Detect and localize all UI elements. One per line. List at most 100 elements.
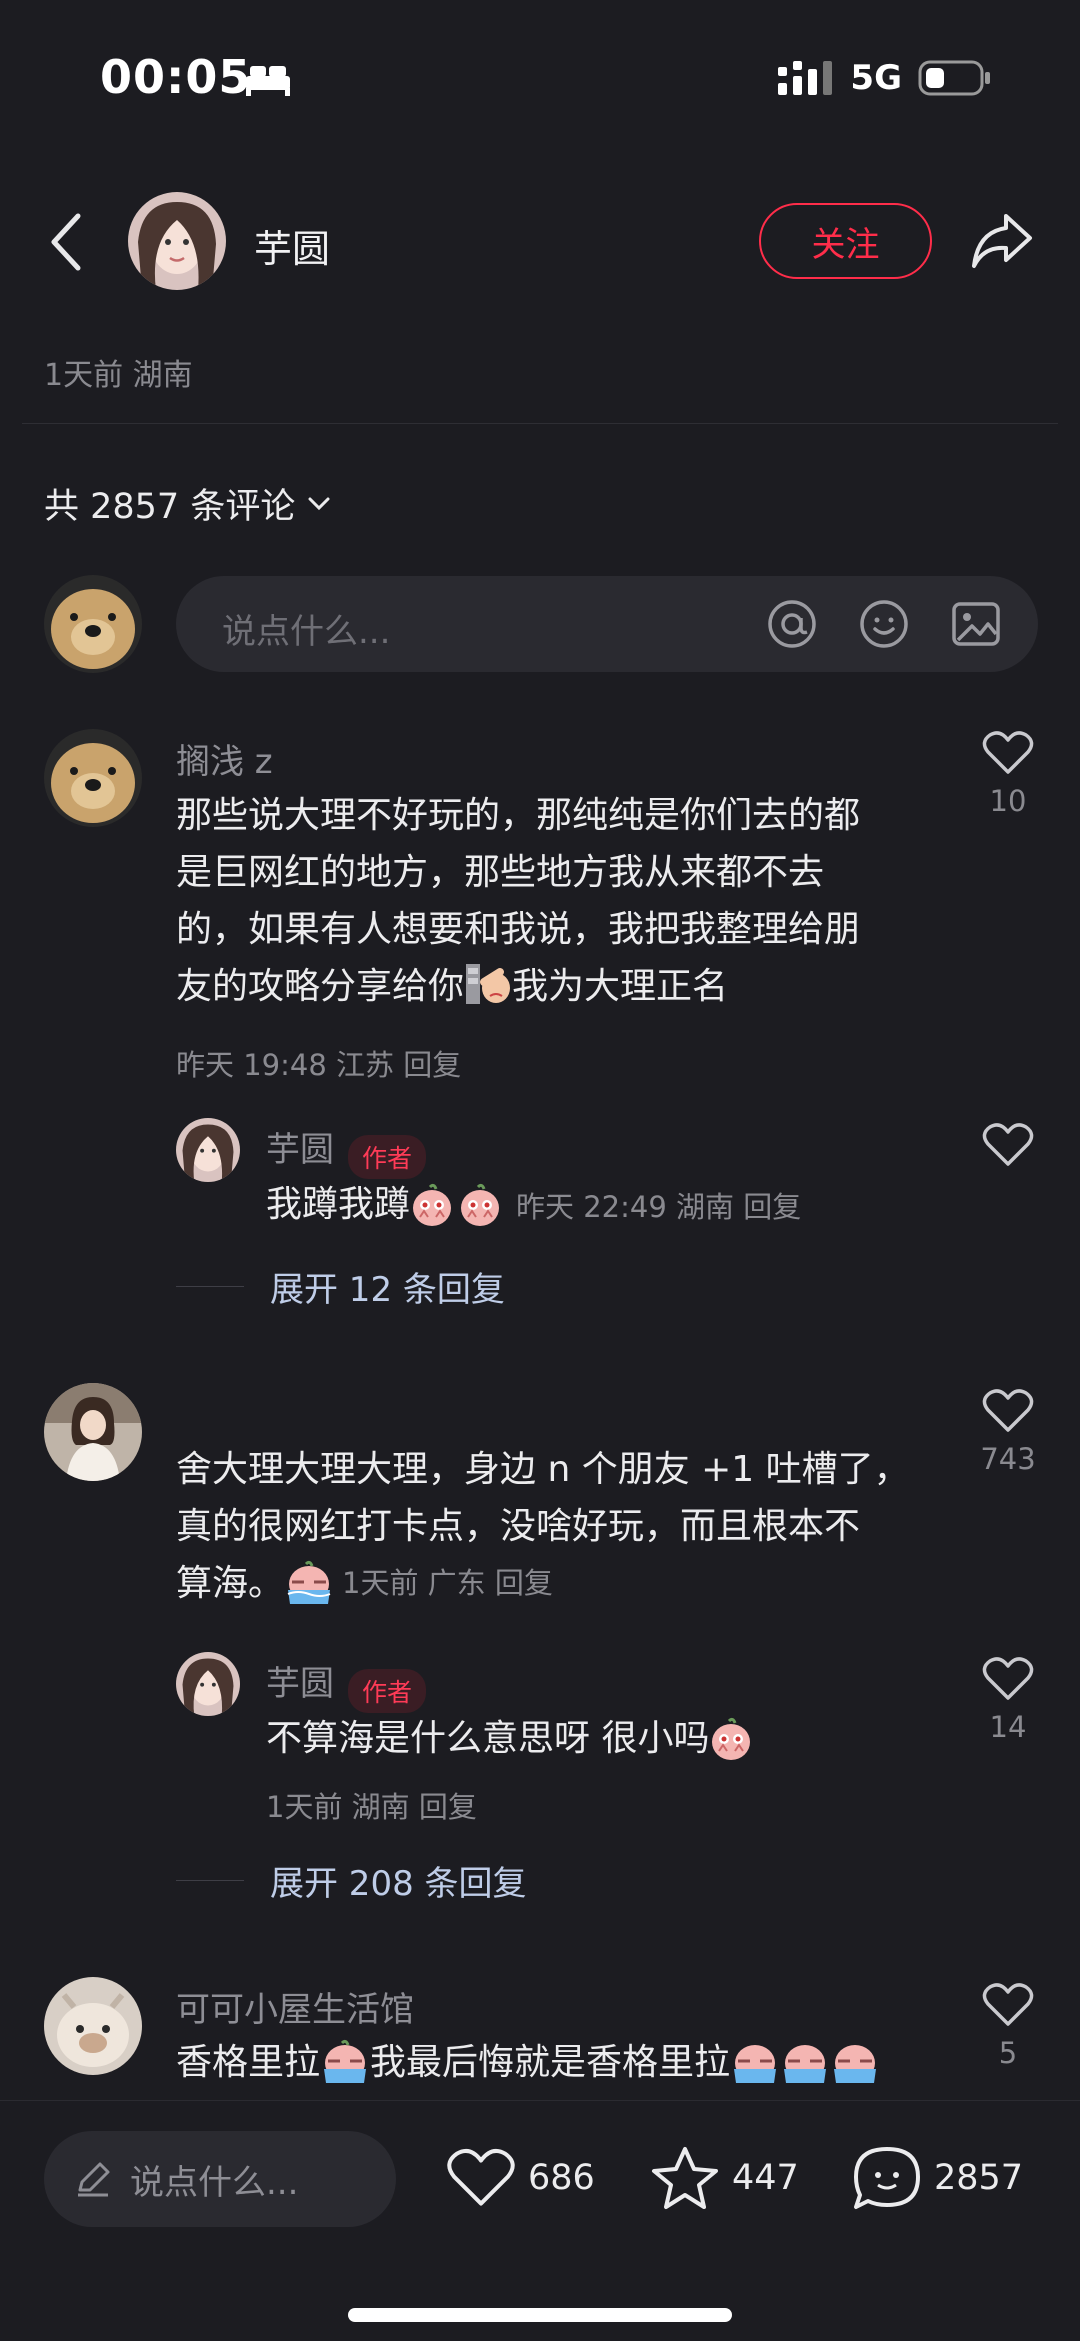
- expand-label: 展开 12 条回复: [270, 1270, 505, 1310]
- heart-icon: [982, 1657, 1034, 1700]
- comment-meta[interactable]: 1天前 广东 回复: [342, 1555, 553, 1612]
- like-count: 14: [989, 1710, 1027, 1744]
- comments-count-label: 共 2857 条评论: [44, 487, 296, 527]
- author-badge: 作者: [348, 1668, 427, 1713]
- my-avatar: [44, 575, 142, 673]
- comment-text: 那些说大理不好玩的，那纯纯是你们去的都 是巨网红的地方，那些地方我从来都不去 的…: [176, 787, 936, 1015]
- reply-meta[interactable]: 1天前 湖南 回复: [266, 1784, 477, 1826]
- input-icons: [766, 598, 1002, 650]
- reply-user[interactable]: 芋圆: [266, 1664, 334, 1704]
- like-count: 743: [980, 1442, 1036, 1476]
- favorite-button[interactable]: 447: [650, 2145, 799, 2211]
- reply-like[interactable]: 14: [968, 1656, 1048, 1744]
- comment-meta[interactable]: 昨天 19:48 江苏 回复: [176, 1042, 461, 1084]
- reply-avatar[interactable]: [176, 1652, 240, 1716]
- bottom-comment-input[interactable]: 说点什么...: [44, 2131, 396, 2227]
- commenter-avatar[interactable]: [44, 729, 142, 827]
- comment-line: 的，如果有人想要和我说，我把我整理给朋: [176, 909, 861, 950]
- reply-header: 芋圆 作者: [266, 1122, 427, 1179]
- reply-header: 芋圆 作者: [266, 1656, 427, 1713]
- pencil-icon: [78, 2162, 110, 2197]
- mention-icon[interactable]: [766, 598, 818, 650]
- face-palm-emoji-icon: [466, 964, 511, 1004]
- heart-icon: [982, 731, 1034, 774]
- star-icon: [652, 2147, 718, 2209]
- comment-text-part: 友的攻略分享给你: [176, 966, 465, 1007]
- status-right: 5G: [778, 58, 992, 98]
- chevron-down-icon: [308, 497, 330, 510]
- comment-text-part: 香格里拉: [176, 2042, 321, 2083]
- back-button[interactable]: [48, 212, 84, 272]
- like-count: 5: [998, 2036, 1018, 2070]
- comment-like[interactable]: 10: [968, 730, 1048, 818]
- reply-text: 不算海是什么意思呀 很小吗: [266, 1718, 710, 1759]
- image-icon[interactable]: [950, 598, 1002, 650]
- author-avatar[interactable]: [128, 192, 226, 290]
- expand-label: 展开 208 条回复: [270, 1864, 527, 1904]
- comment-text-part: 我最后悔就是香格里拉: [370, 2042, 731, 2083]
- author-badge: 作者: [348, 1134, 427, 1179]
- home-indicator: [348, 2308, 732, 2322]
- post-meta: 1天前 湖南: [44, 358, 193, 393]
- reply-avatar[interactable]: [176, 1118, 240, 1182]
- comment-input-placeholder: 说点什么...: [222, 612, 391, 652]
- comment-text: 香格里拉 我最后悔就是香格里拉: [176, 2034, 880, 2091]
- share-icon: [972, 214, 1032, 268]
- commenter-avatar[interactable]: [44, 1383, 142, 1481]
- comment-text: 舍大理大理大理，身边 n 个朋友 +1 吐槽了， 真的很网红打卡点，没啥好玩，而…: [176, 1441, 936, 1612]
- reply-content: 我蹲我蹲 昨天 22:49 湖南 回复: [266, 1176, 801, 1233]
- network-label: 5G: [850, 58, 902, 98]
- divider: [22, 423, 1058, 424]
- reply-user[interactable]: 芋圆: [266, 1130, 334, 1170]
- comment-text-part: 我为大理正名: [512, 966, 729, 1007]
- comment-like[interactable]: 743: [968, 1388, 1048, 1476]
- comment-line: 是巨网红的地方，那些地方我从来都不去: [176, 852, 825, 893]
- author-name[interactable]: 芋圆: [254, 218, 330, 273]
- comment-line: 算海。 1天前 广东 回复: [176, 1555, 936, 1612]
- comment-like[interactable]: 5: [968, 1982, 1048, 2070]
- expand-replies[interactable]: 展开 208 条回复: [176, 1856, 527, 1905]
- reply-text: 我蹲我蹲: [266, 1184, 411, 1225]
- favorite-count: 447: [732, 2158, 799, 2198]
- crying-emoji-icon: [734, 2044, 877, 2083]
- heart-icon: [982, 1389, 1034, 1432]
- comment-line: 那些说大理不好玩的，那纯纯是你们去的都: [176, 795, 861, 836]
- like-count: 686: [528, 2158, 595, 2198]
- status-time-text: 00:05: [100, 50, 252, 104]
- bottom-bar: 说点什么... 686 447 2857: [0, 2100, 1080, 2341]
- pleading-emoji-icon: [712, 1717, 751, 1760]
- share-button[interactable]: [970, 210, 1034, 270]
- commenter-avatar[interactable]: [44, 1977, 142, 2075]
- like-count: 10: [989, 784, 1027, 818]
- like-post-button[interactable]: 686: [446, 2147, 595, 2209]
- bottom-input-placeholder: 说点什么...: [130, 2162, 299, 2203]
- expand-divider: [176, 1286, 244, 1287]
- commenter-name[interactable]: 可可小屋生活馆: [176, 1982, 414, 2031]
- comment-text-part: 算海。: [176, 1563, 285, 1604]
- commenter-name[interactable]: 搁浅 z: [176, 734, 273, 783]
- heart-icon: [447, 2148, 515, 2206]
- comments-count[interactable]: 共 2857 条评论: [44, 478, 331, 529]
- battery-icon: [918, 60, 990, 96]
- comment-count: 2857: [934, 2158, 1024, 2198]
- comment-line: 真的很网红打卡点，没啥好玩，而且根本不: [176, 1506, 861, 1547]
- emoji-icon[interactable]: [858, 598, 910, 650]
- comment-bubble-icon: [854, 2147, 920, 2209]
- expand-replies[interactable]: 展开 12 条回复: [176, 1262, 505, 1311]
- bed-icon: [244, 62, 292, 96]
- reply-content: 不算海是什么意思呀 很小吗: [266, 1710, 755, 1767]
- chevron-left-icon: [51, 213, 81, 271]
- comment-input[interactable]: 说点什么...: [176, 576, 1038, 672]
- comments-button[interactable]: 2857: [852, 2145, 1023, 2211]
- reply-like[interactable]: [968, 1122, 1048, 1168]
- crying-emoji-icon: [324, 2039, 367, 2083]
- comment-line: 舍大理大理大理，身边 n 个朋友 +1 吐槽了，: [176, 1449, 910, 1490]
- comment-line: 友的攻略分享给你 我为大理正名: [176, 958, 936, 1015]
- reply-meta[interactable]: 昨天 22:49 湖南 回复: [516, 1184, 801, 1226]
- heart-icon: [982, 1983, 1034, 2026]
- expand-divider: [176, 1880, 244, 1881]
- crying-emoji-icon: [287, 1560, 331, 1604]
- follow-button[interactable]: 关注: [759, 203, 932, 279]
- heart-icon: [982, 1123, 1034, 1166]
- pleading-emoji-icon: [413, 1183, 500, 1226]
